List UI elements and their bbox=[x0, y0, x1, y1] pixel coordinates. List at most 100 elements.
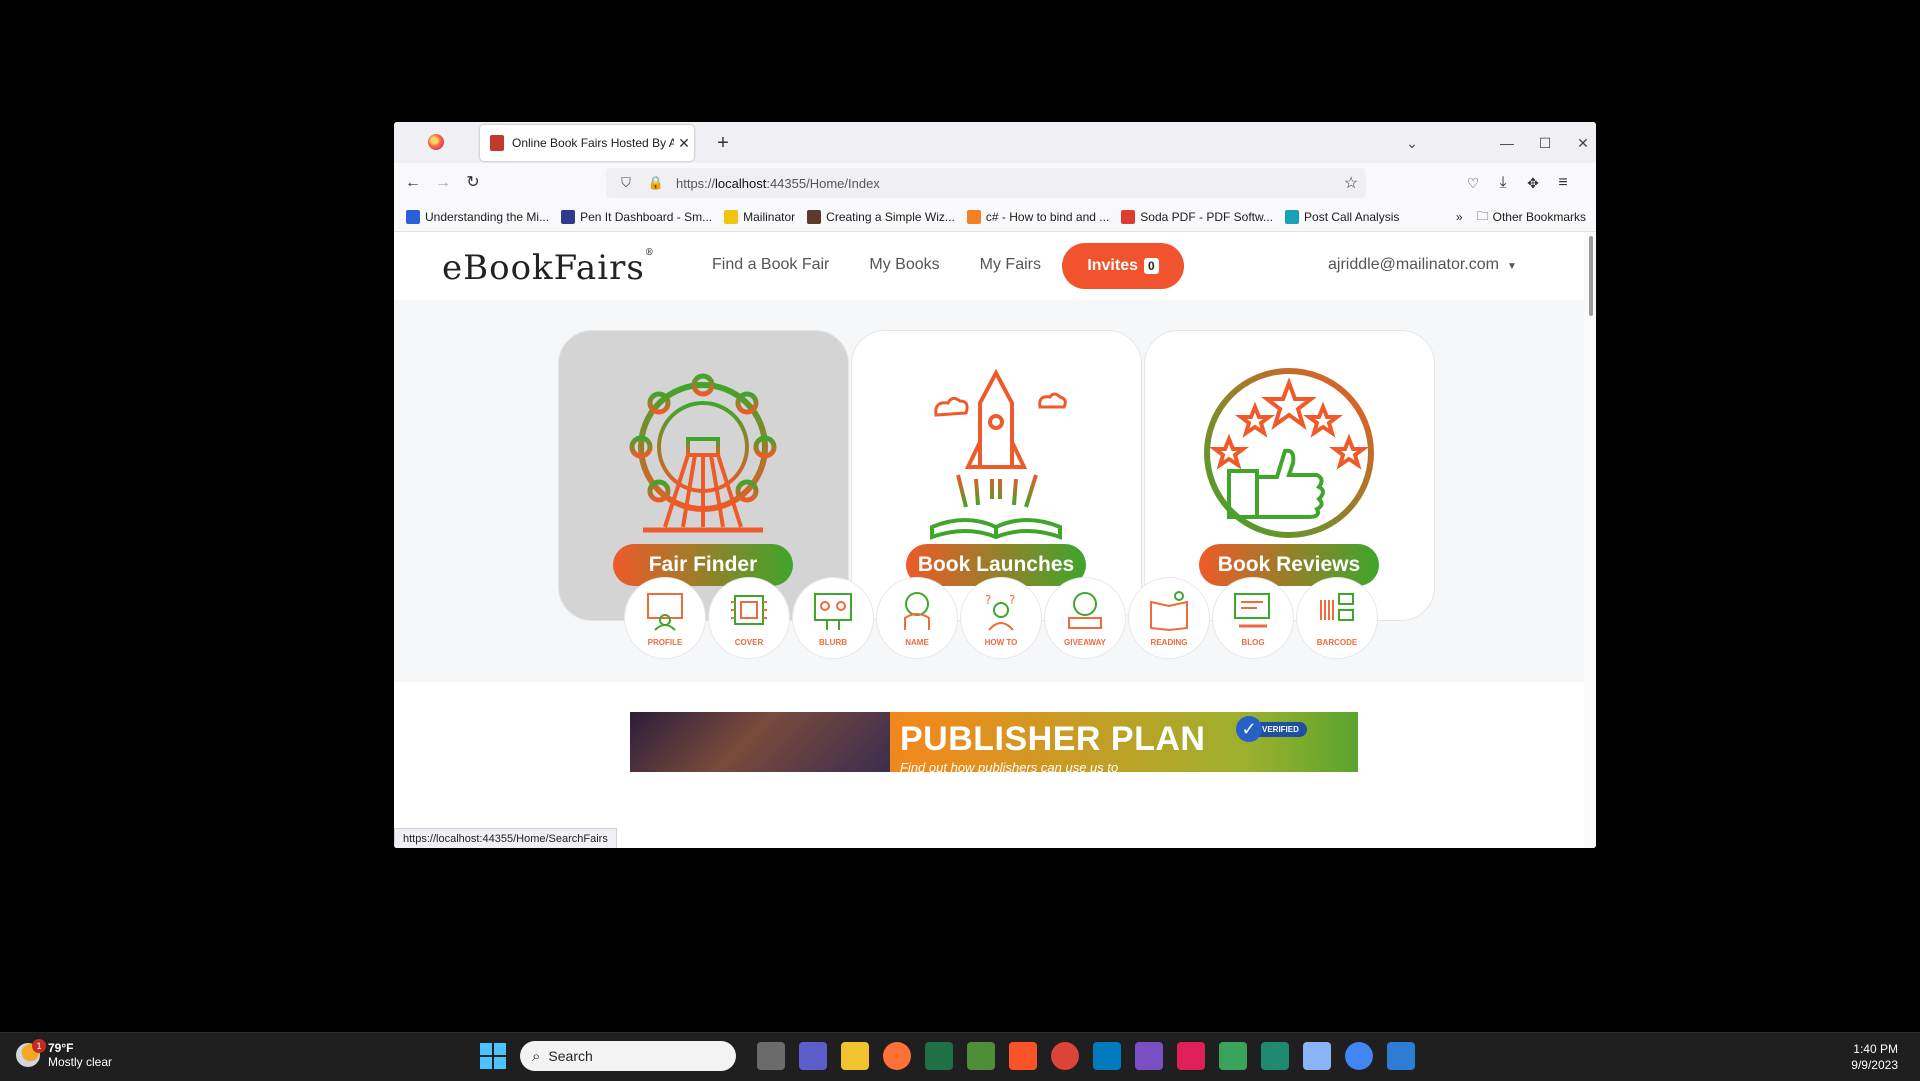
user-menu[interactable]: ajriddle@mailinator.com ▼ bbox=[1328, 256, 1517, 274]
bookmark-label: Pen It Dashboard - Sm... bbox=[580, 210, 713, 224]
bookmark-item[interactable]: Post Call Analysis bbox=[1285, 210, 1399, 224]
bookmark-item[interactable]: Pen It Dashboard - Sm... bbox=[561, 210, 712, 224]
address-bar[interactable]: ⛉ 🔒 https://localhost:44355/Home/Index ☆ bbox=[606, 168, 1366, 198]
blurb-icon bbox=[814, 593, 852, 630]
page-content: eBookFairs® Find a Book Fair My Books My… bbox=[394, 232, 1584, 848]
close-window-button[interactable]: ✕ bbox=[1570, 130, 1596, 156]
tool-label: NAME bbox=[905, 638, 929, 647]
bookmark-item[interactable]: Understanding the Mi... bbox=[406, 210, 549, 224]
bookmark-item[interactable]: Mailinator bbox=[724, 210, 795, 224]
tab-active[interactable]: Online Book Fairs Hosted By A ✕ bbox=[480, 125, 694, 161]
slack-icon[interactable] bbox=[1177, 1042, 1205, 1070]
bookmark-favicon bbox=[807, 210, 822, 224]
excel-icon[interactable] bbox=[925, 1042, 953, 1070]
tool-how-to[interactable]: ?? HOW TO bbox=[960, 577, 1042, 659]
close-tab-icon[interactable]: ✕ bbox=[674, 135, 694, 152]
bookmark-item[interactable]: Soda PDF - PDF Softw... bbox=[1121, 210, 1273, 224]
site-logo[interactable]: eBookFairs® bbox=[442, 248, 655, 288]
weather-text: Mostly clear bbox=[48, 1055, 113, 1069]
forward-button[interactable]: → bbox=[430, 170, 456, 196]
nav-my-books[interactable]: My Books bbox=[869, 256, 939, 274]
site-header: eBookFairs® Find a Book Fair My Books My… bbox=[394, 232, 1584, 300]
pocket-icon[interactable]: ♡ bbox=[1460, 170, 1486, 196]
tool-reading[interactable]: READING bbox=[1128, 577, 1210, 659]
url-text[interactable]: https://localhost:44355/Home/Index bbox=[676, 176, 1336, 191]
url-scheme: https:// bbox=[676, 175, 716, 191]
bookmark-item[interactable]: Creating a Simple Wiz... bbox=[807, 210, 955, 224]
invites-button[interactable]: Invites 0 bbox=[1062, 243, 1184, 289]
teams-icon[interactable] bbox=[799, 1042, 827, 1070]
thumbs-up-stars-icon bbox=[1204, 368, 1374, 538]
new-tab-button[interactable]: + bbox=[710, 130, 736, 156]
bookmark-label: Post Call Analysis bbox=[1304, 210, 1400, 224]
shield-icon[interactable]: ⛉ bbox=[616, 173, 636, 193]
scrollbar-thumb[interactable] bbox=[1589, 236, 1593, 316]
task-view-icon[interactable] bbox=[757, 1042, 785, 1070]
tool-cover[interactable]: COVER bbox=[708, 577, 790, 659]
tool-label: HOW TO bbox=[984, 638, 1018, 647]
notes-icon[interactable] bbox=[1303, 1042, 1331, 1070]
maximize-button[interactable]: ☐ bbox=[1532, 130, 1558, 156]
amazon-music-icon[interactable] bbox=[1261, 1042, 1289, 1070]
back-button[interactable]: ← bbox=[400, 170, 426, 196]
bookmark-label: c# - How to bind and ... bbox=[985, 210, 1110, 224]
browser-window: Online Book Fairs Hosted By A ✕ + ⌄ — ☐ … bbox=[394, 122, 1596, 848]
firefox-taskbar-icon[interactable] bbox=[883, 1042, 911, 1070]
tool-profile[interactable]: PROFILE bbox=[624, 577, 706, 659]
extensions-icon[interactable]: ✥ bbox=[1520, 170, 1546, 196]
bookmark-item[interactable]: c# - How to bind and ... bbox=[966, 210, 1110, 224]
giveaway-icon bbox=[1068, 592, 1102, 629]
banner-subtitle: Find out how publishers can use us to bbox=[900, 760, 1119, 772]
main-nav: Find a Book Fair My Books My Fairs bbox=[712, 256, 1081, 274]
more-bookmarks-icon[interactable]: » bbox=[1456, 210, 1463, 224]
search-placeholder: Search bbox=[548, 1048, 593, 1064]
tab-title: Online Book Fairs Hosted By A bbox=[512, 136, 674, 150]
bookmark-star-icon[interactable]: ☆ bbox=[1336, 173, 1366, 193]
tool-label: COVER bbox=[734, 638, 764, 647]
how-to-icon: ?? bbox=[985, 593, 1015, 631]
other-bookmarks[interactable]: Other Bookmarks bbox=[1493, 210, 1586, 224]
tool-name[interactable]: NAME bbox=[876, 577, 958, 659]
file-explorer-icon[interactable] bbox=[841, 1042, 869, 1070]
chrome-icon[interactable] bbox=[1345, 1042, 1373, 1070]
publisher-plan-banner[interactable]: PUBLISHER PLAN Find out how publishers c… bbox=[630, 712, 1358, 772]
invites-label: Invites bbox=[1087, 257, 1138, 274]
navigation-toolbar: ← → ↻ ⛉ 🔒 https://localhost:44355/Home/I… bbox=[394, 163, 1596, 203]
author-tools: PROFILE COVER BLURB NAME ?? HOW TO GIVEA… bbox=[624, 577, 1380, 659]
svg-text:?: ? bbox=[985, 593, 991, 607]
bookmark-favicon bbox=[1121, 210, 1136, 224]
nav-find-book-fair[interactable]: Find a Book Fair bbox=[712, 256, 829, 274]
tool-barcode[interactable]: BARCODE bbox=[1296, 577, 1378, 659]
notepad-icon[interactable] bbox=[1219, 1042, 1247, 1070]
blog-icon bbox=[1234, 593, 1270, 628]
user-email: ajriddle@mailinator.com bbox=[1328, 256, 1499, 273]
chrome-profile-icon[interactable] bbox=[1051, 1042, 1079, 1070]
nav-my-fairs[interactable]: My Fairs bbox=[980, 256, 1041, 274]
page-scrollbar[interactable] bbox=[1584, 232, 1596, 848]
reload-button[interactable]: ↻ bbox=[460, 170, 486, 196]
tool-blog[interactable]: BLOG bbox=[1212, 577, 1294, 659]
minimize-button[interactable]: — bbox=[1494, 130, 1520, 156]
visual-studio-icon[interactable] bbox=[1135, 1042, 1163, 1070]
menu-icon[interactable]: ≡ bbox=[1550, 170, 1576, 196]
list-tabs-icon[interactable]: ⌄ bbox=[1399, 130, 1425, 156]
firefox-icon bbox=[428, 134, 444, 150]
weather-widget[interactable]: 1 79°F Mostly clear bbox=[16, 1039, 113, 1069]
active-app-icon[interactable] bbox=[1387, 1042, 1415, 1070]
bookmark-favicon bbox=[561, 210, 576, 224]
clock[interactable]: 1:40 PM 9/9/2023 bbox=[1851, 1041, 1898, 1073]
tool-label: READING bbox=[1150, 638, 1188, 647]
start-icon[interactable] bbox=[480, 1043, 506, 1069]
firefox-view-tab[interactable] bbox=[424, 130, 448, 154]
weather-icon: 1 bbox=[16, 1039, 46, 1067]
brave-icon[interactable] bbox=[1009, 1042, 1037, 1070]
trello-icon[interactable] bbox=[1093, 1042, 1121, 1070]
downloads-icon[interactable]: ⤓ bbox=[1490, 170, 1516, 196]
bookmark-label: Understanding the Mi... bbox=[425, 210, 550, 224]
lock-icon[interactable]: 🔒 bbox=[646, 173, 666, 193]
taskbar-search[interactable]: ⌕ Search bbox=[520, 1041, 736, 1071]
tool-giveaway[interactable]: GIVEAWAY bbox=[1044, 577, 1126, 659]
folder-icon: 🗀 bbox=[1476, 208, 1489, 223]
tool-blurb[interactable]: BLURB bbox=[792, 577, 874, 659]
sheets-icon[interactable] bbox=[967, 1042, 995, 1070]
